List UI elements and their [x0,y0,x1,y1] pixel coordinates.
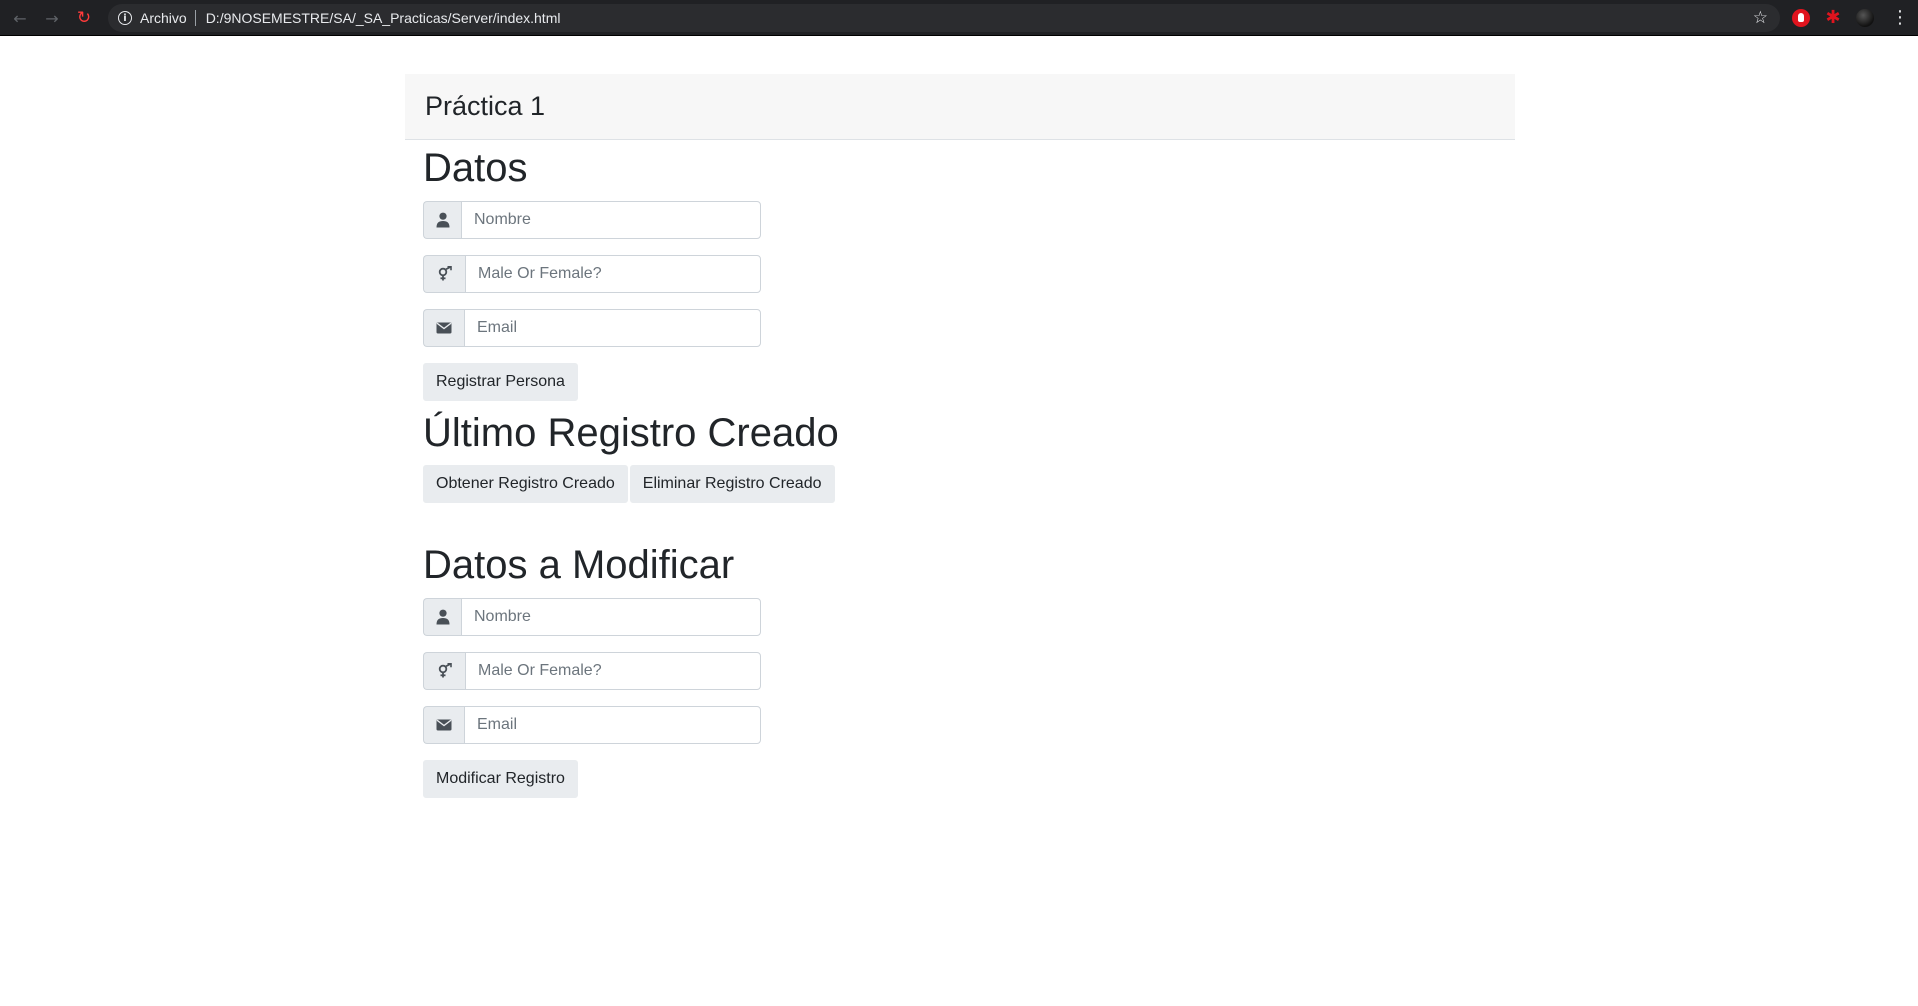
nombre-input[interactable] [461,201,761,239]
gender-icon [423,652,465,690]
profile-avatar-icon[interactable] [1856,9,1874,27]
datos-modificar-heading: Datos a Modificar [423,543,735,587]
puzzle-icon[interactable]: ✱ [1824,9,1842,27]
extension-icon[interactable] [1792,9,1810,27]
ultimo-registro-heading: Último Registro Creado [423,411,839,455]
genero-input-group [423,255,761,293]
main-content: Datos Registrar Persona Último Registro … [405,144,1515,798]
navbar-brand[interactable]: Práctica 1 [425,91,545,122]
modificar-row: Modificar Registro [423,760,1515,798]
reload-icon[interactable]: ↻ [72,6,96,30]
obtener-registro-button[interactable]: Obtener Registro Creado [423,465,628,503]
mod-email-input-group [423,706,761,744]
registrar-row: Registrar Persona [423,363,1515,401]
back-arrow-icon[interactable]: ← [8,6,32,30]
datos-heading: Datos [423,146,528,190]
email-input[interactable] [464,309,761,347]
menu-dots-icon[interactable]: ⋮ [1890,6,1910,30]
mod-genero-input-group [423,652,761,690]
envelope-icon [423,706,464,744]
url-text[interactable]: D:/9NOSEMESTRE/SA/_SA_Practicas/Server/i… [206,10,1753,26]
envelope-icon [423,309,464,347]
info-icon[interactable]: i [118,11,132,25]
gender-icon [423,255,465,293]
registro-actions: Obtener Registro Creado Eliminar Registr… [423,465,1515,503]
modificar-registro-button[interactable]: Modificar Registro [423,760,578,798]
mod-genero-input[interactable] [465,652,761,690]
omnibox-divider [194,10,196,26]
mod-nombre-input[interactable] [461,598,761,636]
user-icon [423,201,461,239]
star-icon[interactable]: ☆ [1753,8,1768,28]
forward-arrow-icon[interactable]: → [40,6,64,30]
user-icon [423,598,461,636]
nombre-input-group [423,201,761,239]
mod-email-input[interactable] [464,706,761,744]
email-input-group [423,309,761,347]
genero-input[interactable] [465,255,761,293]
scheme-label: Archivo [140,10,187,26]
address-bar[interactable]: i Archivo D:/9NOSEMESTRE/SA/_SA_Practica… [108,4,1780,32]
navbar: Práctica 1 [405,74,1515,140]
mod-nombre-input-group [423,598,761,636]
registrar-persona-button[interactable]: Registrar Persona [423,363,578,401]
browser-toolbar: ← → ↻ i Archivo D:/9NOSEMESTRE/SA/_SA_Pr… [0,0,1918,36]
page-container: Práctica 1 Datos Registrar Persona [405,74,1515,798]
eliminar-registro-button[interactable]: Eliminar Registro Creado [629,465,835,503]
